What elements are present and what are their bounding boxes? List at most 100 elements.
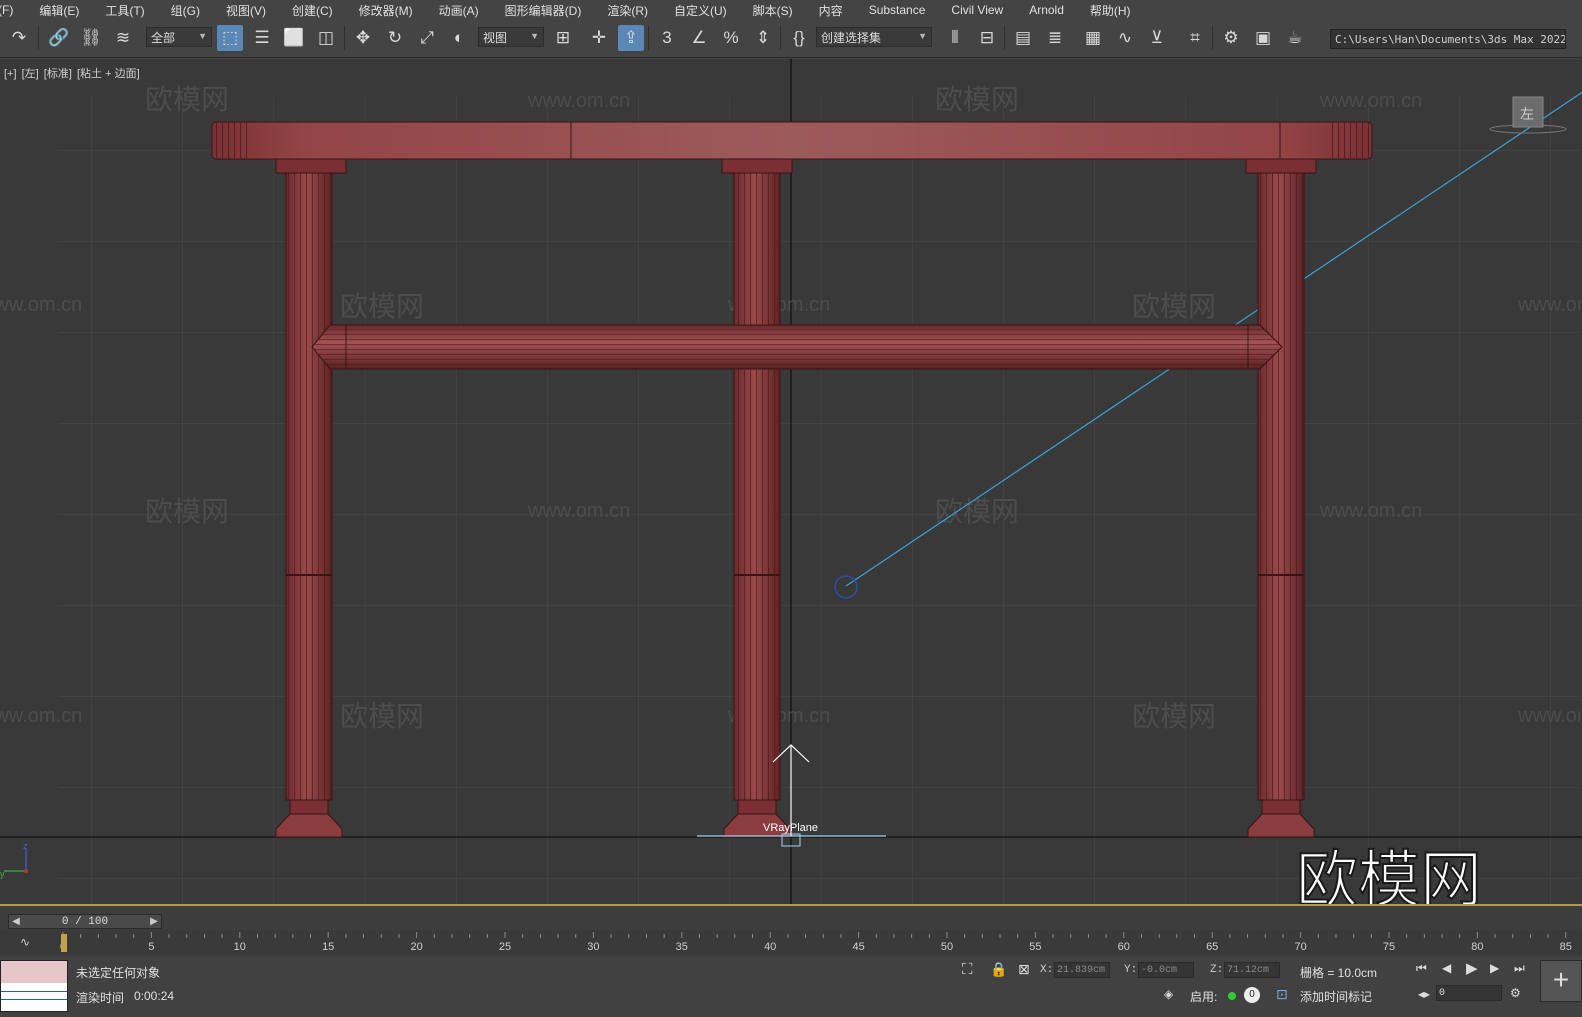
- layer-explorer-icon[interactable]: ≣: [1042, 25, 1068, 51]
- track-bar[interactable]: ∿ 0510152025303540455055606570758085: [0, 930, 1582, 956]
- menu-scripting[interactable]: 脚本(S): [740, 2, 806, 19]
- isolate-selection-icon[interactable]: ⛶: [962, 961, 973, 978]
- keyboard-shortcut-toggle-icon[interactable]: ⇪: [618, 25, 644, 51]
- toggle-ribbon-icon[interactable]: ▦: [1080, 25, 1106, 51]
- render-production-icon[interactable]: ☕: [1282, 25, 1308, 51]
- menu-graph-editors[interactable]: 图形编辑器(D): [492, 2, 595, 19]
- frame-tick-label: 55: [1029, 941, 1041, 953]
- time-slider[interactable]: ◀ 0 / 100 ▶: [8, 914, 162, 929]
- y-coord-label: Y:: [1124, 964, 1138, 976]
- watermark-brand: 欧模网: [935, 84, 1019, 115]
- menu-group[interactable]: 组(G): [158, 2, 213, 19]
- next-frame-icon[interactable]: ▶︎: [1490, 961, 1499, 975]
- window-crossing-icon[interactable]: ◫: [313, 25, 339, 51]
- scene-explorer-icon[interactable]: ▤: [1010, 25, 1036, 51]
- table-stretcher[interactable]: [311, 324, 1283, 370]
- menu-customize[interactable]: 自定义(U): [661, 2, 740, 19]
- select-manipulate-icon[interactable]: ✛: [586, 25, 612, 51]
- viewport-display-mode-menu[interactable]: [粘土 + 边面]: [77, 68, 140, 80]
- menu-content[interactable]: 内容: [806, 2, 856, 19]
- selection-filter-dropdown[interactable]: 全部 ▼: [146, 27, 212, 47]
- angle-snap-icon[interactable]: ∠: [686, 25, 712, 51]
- menu-create[interactable]: 创建(C): [279, 2, 346, 19]
- move-icon[interactable]: ✥: [350, 25, 376, 51]
- select-by-name-icon[interactable]: ☰: [249, 25, 275, 51]
- adaptive-degradation-icon[interactable]: ◈: [1164, 987, 1173, 1001]
- menu-modifiers[interactable]: 修改器(M): [346, 2, 426, 19]
- table-top[interactable]: [211, 121, 1373, 160]
- pivot-center-icon[interactable]: ⊞: [550, 25, 576, 51]
- scale-icon[interactable]: ⤢: [414, 25, 440, 51]
- percent-snap-icon[interactable]: %: [718, 25, 744, 51]
- previous-frame-icon[interactable]: ◀︎: [1442, 961, 1451, 975]
- curve-editor-icon[interactable]: ∿: [1112, 25, 1138, 51]
- project-path-field[interactable]: C:\Users\Han\Documents\3ds Max 2022: [1330, 29, 1566, 49]
- maxscript-listener-mini[interactable]: [0, 960, 68, 1012]
- rectangular-selection-icon[interactable]: ⬜: [281, 25, 307, 51]
- select-object-icon[interactable]: ⬚: [217, 25, 243, 51]
- align-icon[interactable]: ⊟: [974, 25, 1000, 51]
- key-mode-icon[interactable]: ◂▸: [1418, 987, 1430, 1001]
- menu-animation[interactable]: 动画(A): [426, 2, 492, 19]
- chevron-down-icon: ▼: [198, 31, 207, 41]
- menu-tools[interactable]: 工具(T): [92, 2, 157, 19]
- spinner-snap-icon[interactable]: ⇕: [750, 25, 776, 51]
- x-coord-field[interactable]: 21.839cm: [1054, 962, 1110, 978]
- menu-file[interactable]: (F): [0, 3, 26, 17]
- watermark-brand: 欧模网: [145, 84, 229, 115]
- menu-arnold[interactable]: Arnold: [1016, 3, 1077, 17]
- rendered-frame-window-icon[interactable]: ▣: [1250, 25, 1276, 51]
- render-time-label: 渲染时间: [76, 991, 125, 1005]
- time-cursor[interactable]: [61, 934, 67, 952]
- menu-rendering[interactable]: 渲染(R): [594, 2, 661, 19]
- curve-editor-mini-icon[interactable]: ∿: [20, 935, 30, 949]
- viewport-canvas[interactable]: 欧模网 www.om.cn 欧模网 www.om.cn www.om.cn 欧模…: [0, 59, 1582, 904]
- viewport-left[interactable]: 欧模网 www.om.cn 欧模网 www.om.cn www.om.cn 欧模…: [0, 59, 1582, 906]
- add-time-tag-button[interactable]: 添加时间标记: [1300, 988, 1372, 1005]
- reference-coordinate-dropdown[interactable]: 视图 ▼: [478, 27, 544, 47]
- edit-named-selection-icon[interactable]: {}: [786, 25, 812, 51]
- link-icon[interactable]: 🔗: [46, 25, 72, 51]
- viewport-shading-standard-menu[interactable]: [标准]: [44, 68, 72, 80]
- time-tag-icon[interactable]: ⊡: [1276, 986, 1288, 1003]
- menu-edit[interactable]: 编辑(E): [26, 2, 92, 19]
- go-to-start-icon[interactable]: ⏮: [1416, 961, 1427, 976]
- viewport-general-menu[interactable]: [+]: [4, 68, 17, 80]
- go-to-end-icon[interactable]: ⏭: [1514, 961, 1525, 976]
- time-configuration-icon[interactable]: ⚙: [1510, 986, 1521, 1000]
- unlink-icon[interactable]: ⛓: [78, 25, 104, 51]
- y-coord-field[interactable]: -0.0cm: [1138, 962, 1194, 978]
- z-coord-field[interactable]: 71.12cm: [1224, 962, 1280, 978]
- chevron-down-icon: ▼: [530, 31, 539, 41]
- rotate-icon[interactable]: ↻: [382, 25, 408, 51]
- menu-civil-view[interactable]: Civil View: [938, 3, 1016, 17]
- menu-help[interactable]: 帮助(H): [1077, 2, 1144, 19]
- dope-sheet-icon[interactable]: ⊻: [1144, 25, 1170, 51]
- place-icon[interactable]: ◐: [446, 25, 472, 51]
- viewport-point-of-view-menu[interactable]: [左]: [22, 68, 39, 80]
- brand-watermark: 欧模网: [1296, 846, 1482, 904]
- frame-tick-label: 15: [322, 941, 334, 953]
- menu-view[interactable]: 视图(V): [213, 2, 279, 19]
- create-key-icon[interactable]: +: [1540, 960, 1582, 1002]
- watermark-brand: 欧模网: [935, 496, 1019, 527]
- frame-tick-label: 85: [1560, 941, 1572, 953]
- snaps-toggle-icon[interactable]: 3: [654, 25, 680, 51]
- time-slider-area: ◀ 0 / 100 ▶ ∿ 05101520253035404550556065…: [0, 906, 1582, 956]
- menu-substance[interactable]: Substance: [856, 3, 939, 17]
- chevron-left-icon[interactable]: ◀: [9, 916, 23, 927]
- absolute-mode-icon[interactable]: ⊠: [1018, 961, 1030, 978]
- chevron-right-icon[interactable]: ▶: [147, 916, 161, 927]
- redo-icon[interactable]: ↷: [6, 25, 32, 51]
- status-bar: 未选定任何对象 渲染时间 0:00:24 ⛶ 🔒 ⊠ X: 21.839cm Y…: [0, 956, 1582, 1017]
- play-icon[interactable]: ▶: [1466, 959, 1478, 977]
- bind-space-warp-icon[interactable]: ≋: [110, 25, 136, 51]
- mirror-icon[interactable]: ⫴: [942, 25, 968, 51]
- lock-selection-icon[interactable]: 🔒: [990, 961, 1007, 978]
- render-setup-icon[interactable]: ⚙: [1218, 25, 1244, 51]
- frame-tick-label: 30: [587, 941, 599, 953]
- schematic-view-icon[interactable]: ⌗: [1182, 25, 1208, 51]
- named-selection-set-dropdown[interactable]: 创建选择集 ▼: [816, 27, 932, 47]
- enable-count-badge[interactable]: 0: [1244, 987, 1260, 1003]
- current-frame-field[interactable]: 0: [1436, 985, 1502, 1001]
